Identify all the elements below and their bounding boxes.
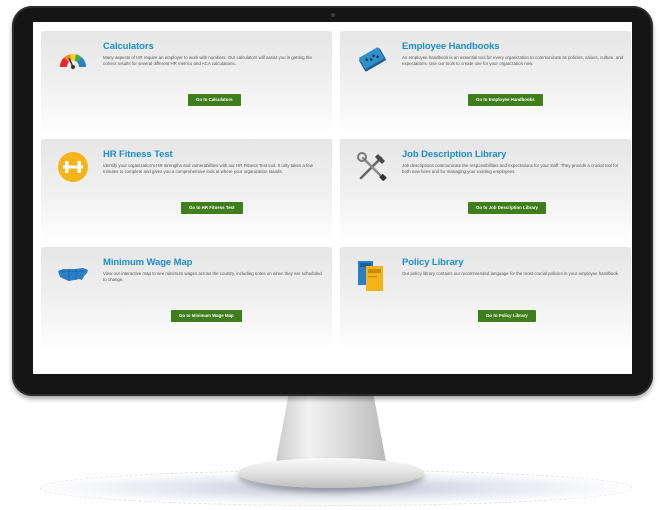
card-title: HR Fitness Test bbox=[103, 149, 173, 160]
go-to-hr-fitness-test-button[interactable]: Go to HR Fitness Test bbox=[181, 202, 243, 214]
us-map-icon bbox=[55, 257, 91, 293]
tool-card-policy-library: Policy Library Our policy library contai… bbox=[340, 247, 631, 350]
tool-card-hr-fitness-test: HR Fitness Test Identify your organizati… bbox=[41, 139, 332, 242]
dumbbell-icon bbox=[55, 149, 91, 185]
tool-card-calculators: Calculators Many aspects of HR require a… bbox=[41, 31, 332, 134]
go-to-calculators-button[interactable]: Go to Calculators bbox=[188, 94, 241, 106]
card-description: An employee handbook is an essential too… bbox=[402, 55, 624, 67]
card-title: Job Description Library bbox=[402, 149, 507, 160]
webcam-dot bbox=[331, 13, 335, 17]
go-to-job-description-library-button[interactable]: Go to Job Description Library bbox=[468, 202, 546, 214]
go-to-minimum-wage-map-button[interactable]: Go to Minimum Wage Map bbox=[171, 310, 242, 322]
go-to-policy-library-button[interactable]: Go to Policy Library bbox=[478, 310, 536, 322]
tool-card-minimum-wage-map: Minimum Wage Map View our interactive ma… bbox=[41, 247, 332, 350]
card-title: Policy Library bbox=[402, 257, 464, 268]
monitor-screen: Calculators Many aspects of HR require a… bbox=[33, 22, 632, 374]
card-title: Employee Handbooks bbox=[402, 41, 500, 52]
card-title: Minimum Wage Map bbox=[103, 257, 193, 268]
card-description: Identify your organization's HR strength… bbox=[103, 163, 313, 175]
card-description: Job descriptions communicate the respons… bbox=[402, 163, 619, 175]
books-icon bbox=[354, 257, 390, 293]
monitor-stand-neck bbox=[275, 395, 387, 467]
tool-card-job-description-library: Job Description Library Job descriptions… bbox=[340, 139, 631, 242]
tools-icon bbox=[354, 149, 390, 185]
go-to-employee-handbooks-button[interactable]: Go to Employee Handbooks bbox=[468, 94, 543, 106]
tool-card-employee-handbooks: Employee Handbooks An employee handbook … bbox=[340, 31, 631, 134]
card-description: View our interactive map to see minimum … bbox=[103, 271, 322, 283]
card-description: Our policy library contains our recommen… bbox=[402, 271, 620, 276]
speedometer-icon bbox=[55, 41, 91, 77]
card-title: Calculators bbox=[103, 41, 154, 52]
handbook-icon bbox=[354, 41, 390, 77]
monitor-stand-base bbox=[238, 458, 424, 488]
card-description: Many aspects of HR require an employer t… bbox=[103, 55, 312, 67]
